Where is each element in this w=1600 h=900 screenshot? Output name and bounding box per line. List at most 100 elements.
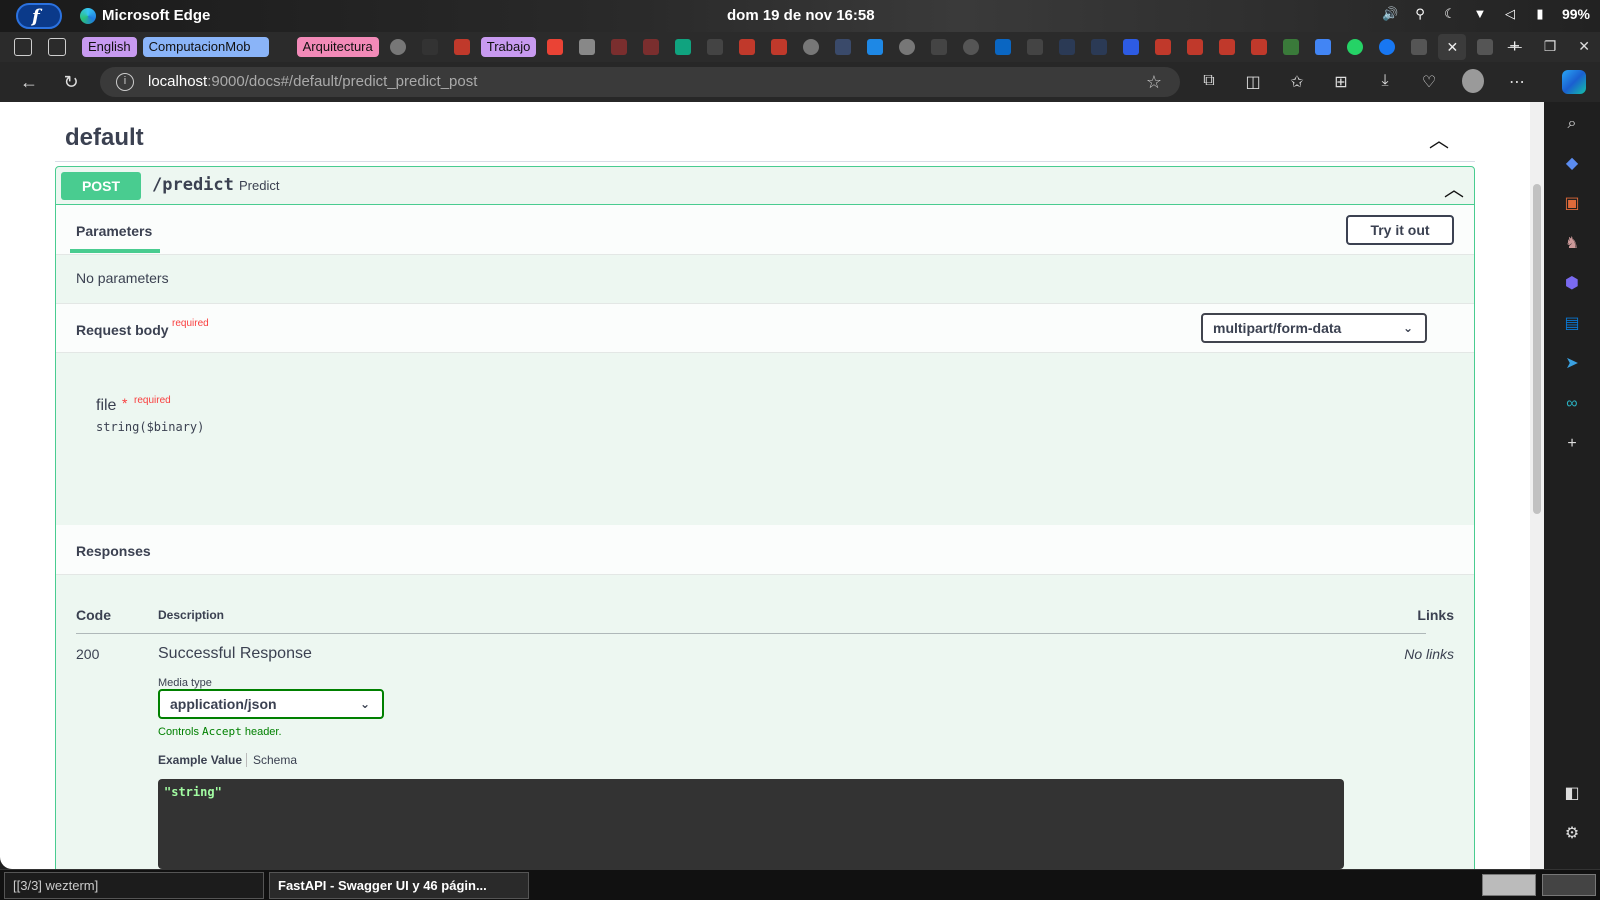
avatar — [1462, 69, 1484, 93]
active-app[interactable]: Microsoft Edge — [80, 7, 210, 24]
favorites-icon[interactable]: ✩ — [1286, 72, 1308, 98]
close-window-icon[interactable]: ✕ — [1578, 38, 1590, 55]
tab-example-value[interactable]: Example Value — [158, 753, 242, 767]
taskbar-terminal[interactable]: [[3/3] wezterm] — [4, 872, 264, 899]
page-scrollbar[interactable] — [1530, 102, 1544, 869]
url-bar[interactable]: i localhost:9000/docs#/default/predict_p… — [100, 67, 1180, 97]
youtube-tab-icon[interactable] — [1155, 39, 1172, 55]
page-tab-icon[interactable] — [1477, 39, 1494, 55]
microsoft-365-icon[interactable]: ⬢ — [1562, 274, 1582, 294]
workspace-1[interactable] — [1482, 874, 1536, 896]
github-tab-icon[interactable] — [899, 39, 916, 55]
tab-parameters[interactable]: Parameters — [76, 223, 152, 239]
gmail-tab-icon[interactable] — [643, 39, 660, 55]
maximize-icon[interactable]: ❐ — [1544, 38, 1557, 55]
youtube-tab-icon[interactable] — [453, 39, 470, 55]
speaker-icon[interactable]: ◁ — [1502, 6, 1518, 22]
search-icon[interactable]: ⌕ — [1562, 114, 1582, 134]
taskbar-edge[interactable]: FastAPI - Swagger UI y 46 págin... — [269, 872, 529, 899]
outlook-icon[interactable]: ▤ — [1562, 314, 1582, 334]
tab-group-computacionmob[interactable]: ComputacionMob — [142, 37, 269, 57]
battery-icon[interactable]: ▮ — [1532, 6, 1548, 22]
page-content: default ︿ POST /predict Predict ︿ Parame… — [0, 102, 1534, 869]
settings-gear-icon[interactable]: ⚙ — [1562, 824, 1582, 844]
chatgpt-tab-icon[interactable] — [675, 39, 692, 55]
volume-icon[interactable]: 🔊 — [1382, 6, 1398, 22]
youtube-tab-icon[interactable] — [1251, 39, 1268, 55]
facebook-tab-icon[interactable] — [1379, 39, 1396, 55]
whatsapp-tab-icon[interactable] — [1347, 39, 1364, 55]
tab-favicon[interactable] — [421, 39, 438, 55]
tab-favicon[interactable] — [963, 39, 980, 55]
youtube-tab-icon[interactable] — [739, 39, 756, 55]
search-tab-icon[interactable] — [835, 39, 852, 55]
scrollbar-thumb[interactable] — [1533, 184, 1541, 514]
tag-section-header[interactable]: default ︿ — [55, 110, 1475, 162]
page-tab-icon[interactable] — [1027, 39, 1044, 55]
workspaces-icon[interactable] — [14, 38, 32, 56]
minimize-icon[interactable]: — — [1508, 38, 1522, 55]
downloads-icon[interactable]: ⤓ — [1374, 72, 1396, 98]
request-body: file * required string($binary) — [56, 353, 1474, 525]
copilot-icon[interactable] — [1562, 70, 1586, 94]
try-it-out-button[interactable]: Try it out — [1346, 215, 1454, 245]
favorite-star-icon[interactable]: ☆ — [1146, 67, 1162, 97]
github-tab-icon[interactable] — [803, 39, 820, 55]
content-type-select[interactable]: multipart/form-data ⌄ — [1201, 313, 1427, 343]
workspace-2[interactable] — [1542, 874, 1596, 896]
collections-icon[interactable]: ⊞ — [1330, 72, 1352, 98]
tab-group-english[interactable]: English — [82, 37, 137, 57]
tools-icon[interactable]: ▣ — [1562, 194, 1582, 214]
chevron-up-icon[interactable]: ︿ — [1429, 124, 1449, 153]
tab-favicon[interactable] — [1091, 39, 1108, 55]
edge-sidebar: ⌕ ◆ ▣ ♞ ⬢ ▤ ➤ ∞ + ◧ ⚙ — [1546, 102, 1600, 869]
split-screen-icon[interactable]: ◫ — [1242, 72, 1264, 98]
media-type-value: application/json — [170, 696, 277, 712]
cloud-tab-icon[interactable] — [867, 39, 884, 55]
tab-favicon[interactable] — [1059, 39, 1076, 55]
drop-icon[interactable]: ➤ — [1562, 354, 1582, 374]
clock[interactable]: dom 19 de nov 16:58 — [727, 7, 875, 24]
page-tab-icon[interactable] — [931, 39, 948, 55]
operation-summary[interactable]: POST /predict Predict ︿ — [56, 167, 1474, 205]
close-active-tab-icon[interactable]: ✕ — [1438, 34, 1467, 60]
notion-tab-icon[interactable] — [579, 39, 596, 55]
tab-group-arquitectura[interactable]: Arquitectura — [296, 37, 379, 57]
info-icon[interactable]: i — [116, 73, 134, 91]
tab-group-trabajo[interactable]: Trabajo — [480, 37, 537, 57]
wifi-icon[interactable]: ▼ — [1472, 6, 1488, 22]
refresh-icon[interactable]: ↻ — [60, 72, 82, 93]
tab-schema[interactable]: Schema — [246, 753, 297, 767]
gmail-tab-icon[interactable] — [547, 39, 564, 55]
translate-tab-icon[interactable] — [1315, 39, 1332, 55]
back-icon[interactable]: ← — [18, 72, 40, 93]
youtube-tab-icon[interactable] — [771, 39, 788, 55]
sidebar-toggle-icon[interactable]: ◧ — [1562, 784, 1582, 804]
youtube-tab-icon[interactable] — [1219, 39, 1236, 55]
network-icon[interactable]: ⚲ — [1412, 6, 1428, 22]
tab-favicon[interactable] — [1283, 39, 1300, 55]
designer-icon[interactable]: ∞ — [1562, 394, 1582, 414]
column-links: Links — [1417, 607, 1454, 623]
tab-spacer — [280, 39, 286, 55]
github-tab-icon[interactable] — [389, 39, 406, 55]
page-tab-icon[interactable] — [1411, 39, 1428, 55]
night-mode-icon[interactable]: ☾ — [1442, 6, 1458, 22]
add-icon[interactable]: + — [1562, 434, 1582, 454]
shopping-icon[interactable]: ◆ — [1562, 154, 1582, 174]
more-options-icon[interactable]: ⋯ — [1506, 72, 1528, 98]
zoom-tab-icon[interactable] — [1123, 39, 1140, 55]
fedora-logo-icon[interactable]: f — [16, 3, 62, 29]
chevron-up-icon[interactable]: ︿ — [1444, 173, 1464, 202]
performance-icon[interactable]: ♡ — [1418, 72, 1440, 98]
youtube-tab-icon[interactable] — [1187, 39, 1204, 55]
page-tab-icon[interactable] — [707, 39, 724, 55]
chevron-down-icon: ⌄ — [359, 697, 370, 711]
profile-avatar[interactable] — [1462, 69, 1484, 98]
media-type-select[interactable]: application/json ⌄ — [158, 689, 384, 719]
extensions-icon[interactable]: ⧉ — [1198, 72, 1220, 98]
tab-actions-icon[interactable] — [48, 38, 66, 56]
outlook-tab-icon[interactable] — [995, 39, 1012, 55]
games-icon[interactable]: ♞ — [1562, 234, 1582, 254]
gmail-tab-icon[interactable] — [611, 39, 628, 55]
